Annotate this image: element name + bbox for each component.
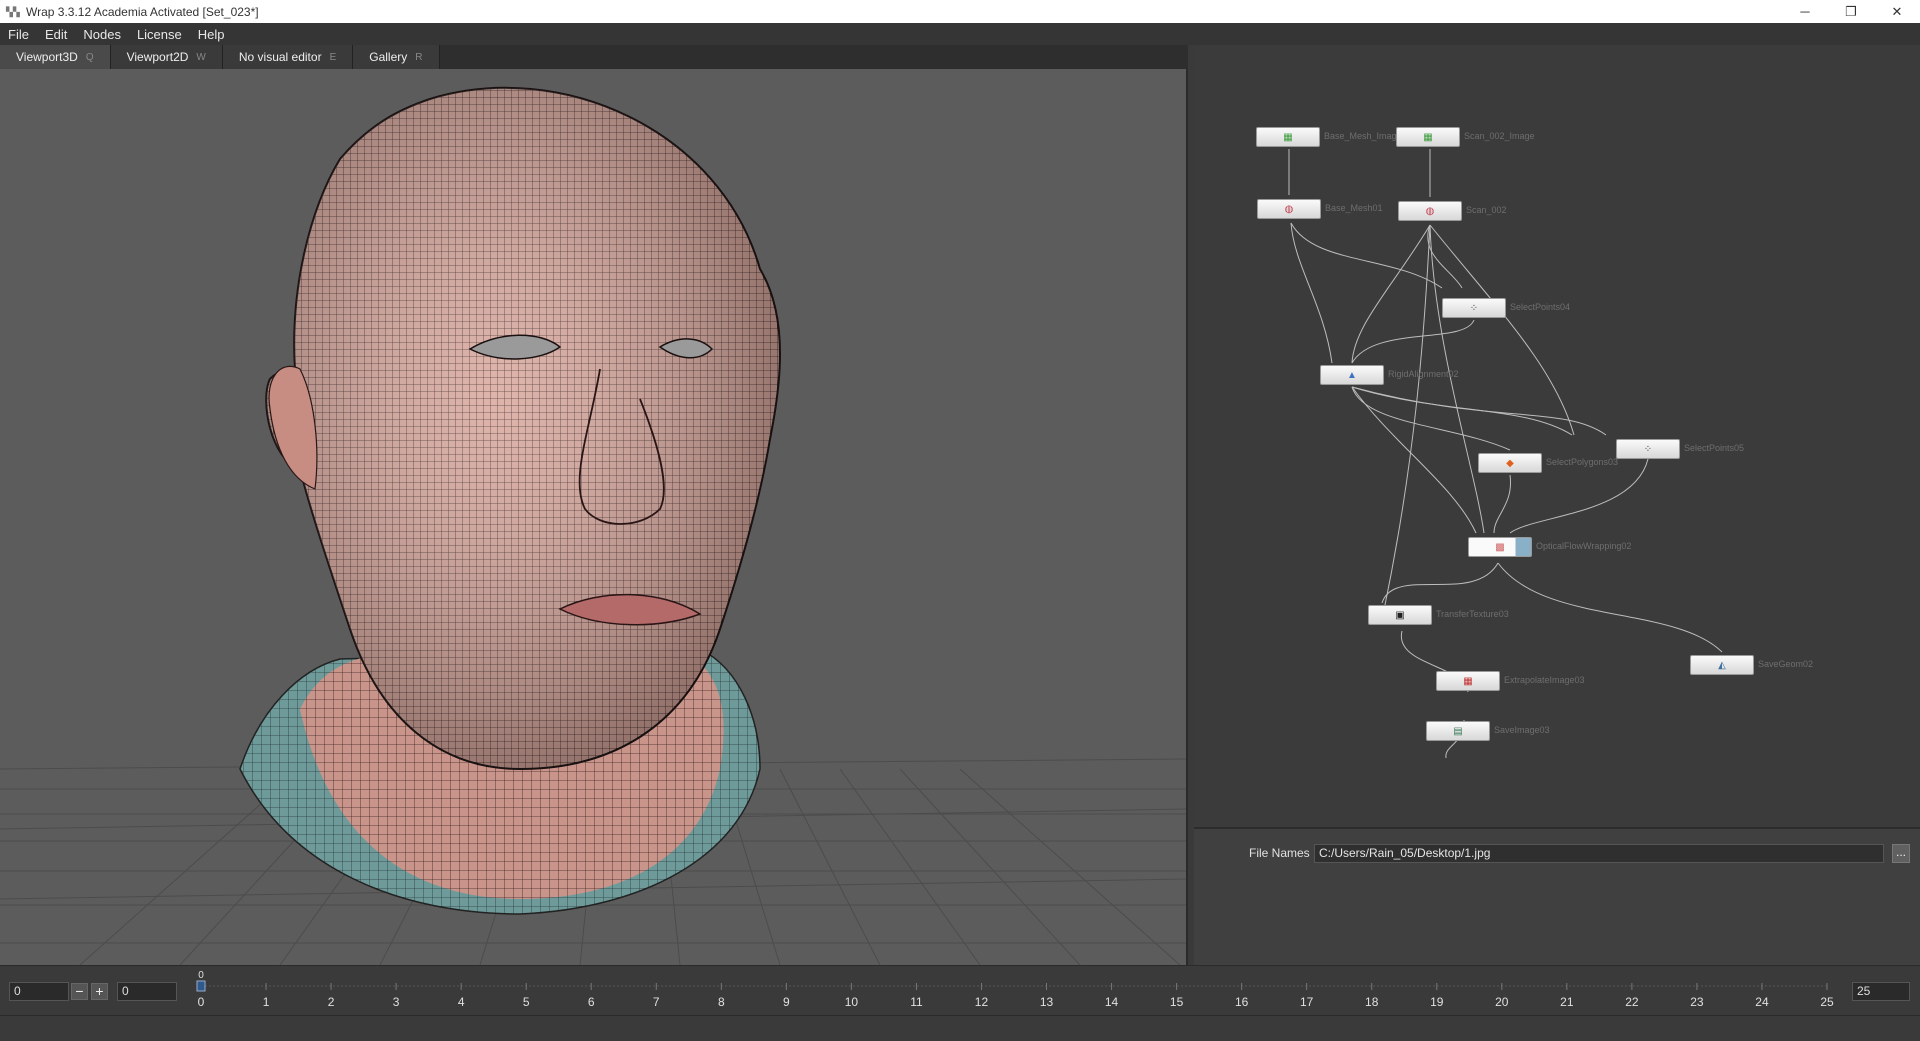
minimize-button[interactable]: ─ [1782,0,1828,23]
node-graph-editor[interactable]: ▦ Base_Mesh_Image ▦ Scan_002_Image ◍ Bas… [1194,45,1920,827]
file-names-field[interactable]: C:/Users/Rain_05/Desktop/1.jpg [1314,844,1884,863]
timeline-tick-label: 20 [1495,995,1509,1009]
menu-bar: File Edit Nodes License Help [0,23,1920,45]
timeline-tick-label: 9 [783,995,790,1009]
timeline-tick-label: 3 [393,995,400,1009]
tab-shortcut: E [329,51,337,63]
node-connections [1288,149,1723,759]
timeline-cursor-handle [196,980,206,992]
timeline-tick-label: 13 [1040,995,1054,1009]
extrapolate-icon: ▦ [1436,671,1500,691]
node-label: Base_Mesh01 [1325,203,1383,213]
tab-viewport2d[interactable]: Viewport2D W [110,45,223,69]
viewport-3d[interactable] [0,69,1188,965]
texture-icon: ▣ [1368,605,1432,625]
timeline-tick-label: 4 [458,995,465,1009]
node-label: OpticalFlowWrapping02 [1536,541,1632,551]
tab-viewport3d[interactable]: Viewport3D Q [0,45,111,69]
points-icon: ⁘ [1616,439,1680,459]
title-bar: ▚▚ Wrap 3.3.12 Academia Activated [Set_0… [0,0,1920,23]
node-label: TransferTexture03 [1436,609,1509,619]
node-label: RigidAlignment02 [1388,369,1459,379]
viewport-scene [0,86,1186,965]
tab-shortcut: Q [85,51,94,63]
menu-nodes[interactable]: Nodes [75,27,129,42]
node-label: Scan_002_Image [1464,131,1535,141]
tab-shortcut: R [415,51,423,63]
node-label: SelectPoints05 [1684,443,1745,453]
timeline-tick-label: 7 [653,995,660,1009]
browse-button[interactable]: ... [1892,844,1910,863]
timeline-tick-label: 16 [1235,995,1249,1009]
timeline-tick-label: 11 [910,995,923,1009]
tab-label: Viewport2D [126,50,189,64]
timeline-tick-label: 19 [1430,995,1444,1009]
timeline-tick-label: 0 [198,995,205,1009]
timeline-tick-label: 12 [975,995,989,1009]
polygons-icon: ◆ [1478,453,1542,473]
increment-button[interactable]: + [91,983,108,1000]
node-label: Base_Mesh_Image [1324,131,1402,141]
tab-label: No visual editor [238,50,322,64]
menu-edit[interactable]: Edit [37,27,75,42]
tab-no-visual-editor[interactable]: No visual editor E [222,45,354,69]
save-image-icon: ▤ [1426,721,1490,741]
end-frame-input[interactable]: 25 [1852,982,1910,1001]
timeline-tick-label: 21 [1560,995,1574,1009]
timeline-tick-label: 22 [1625,995,1639,1009]
timeline-cursor-label: 0 [198,970,204,981]
timeline-tick-label: 8 [718,995,725,1009]
align-icon: ▲ [1320,365,1384,385]
properties-panel: File Names C:/Users/Rain_05/Desktop/1.jp… [1194,827,1920,965]
tab-label: Viewport3D [16,50,78,64]
mesh-icon: ◍ [1398,201,1462,221]
timeline-tick-label: 2 [328,995,335,1009]
menu-help[interactable]: Help [190,27,233,42]
status-bar [0,1015,1920,1041]
frame-step-input[interactable]: 0 [117,982,177,1001]
timeline-track[interactable]: 0 1 2 3 4 5 6 7 8 9 10 11 12 13 14 15 16 17 18 19 20 21 22 23 24… [190,966,1850,1014]
menu-file[interactable]: File [0,27,37,42]
timeline-bar: 0 − + 0 0 1 2 3 4 5 6 7 8 9 10 11 12 13 14 15 16 17 18 19 20… [0,965,1920,1015]
timeline-tick-label: 14 [1105,995,1119,1009]
node-label: ExtrapolateImage03 [1504,675,1585,685]
viewport-tab-bar: Viewport3D Q Viewport2D W No visual edit… [0,45,1188,69]
app-logo-icon: ▚▚ [6,6,20,17]
restore-button[interactable]: ❐ [1828,0,1874,23]
menu-license[interactable]: License [129,27,190,42]
timeline-tick-label: 23 [1690,995,1704,1009]
timeline-tick-label: 25 [1820,995,1834,1009]
timeline-tick-label: 17 [1300,995,1314,1009]
timeline-tick-label: 6 [588,995,595,1009]
mesh-icon: ◍ [1257,199,1321,219]
node-label: SelectPolygons03 [1546,457,1619,467]
timeline-tick-label: 15 [1170,995,1184,1009]
timeline-tick-label: 24 [1755,995,1769,1009]
node-label: Scan_002 [1466,205,1507,215]
current-frame-input[interactable]: 0 [9,982,69,1001]
window-title: Wrap 3.3.12 Academia Activated [Set_023*… [26,4,259,19]
timeline-tick-label: 10 [845,995,859,1009]
points-icon: ⁘ [1442,298,1506,318]
node-label: SaveImage03 [1494,725,1550,735]
node-label: SelectPoints04 [1510,302,1571,312]
tab-shortcut: W [196,51,206,63]
image-icon: ▦ [1396,127,1460,147]
tab-gallery[interactable]: Gallery R [353,45,440,69]
tab-label: Gallery [369,50,408,64]
wrap-icon: ▩ [1468,537,1532,557]
image-icon: ▦ [1256,127,1320,147]
timeline-tick-label: 18 [1365,995,1379,1009]
node-label: SaveGeom02 [1758,659,1814,669]
timeline-tick-label: 1 [263,995,270,1009]
decrement-button[interactable]: − [71,983,88,1000]
save-geom-icon: ◭ [1690,655,1754,675]
file-names-label: File Names [1249,846,1310,860]
timeline-tick-label: 5 [523,995,530,1009]
close-button[interactable]: ✕ [1874,0,1920,23]
